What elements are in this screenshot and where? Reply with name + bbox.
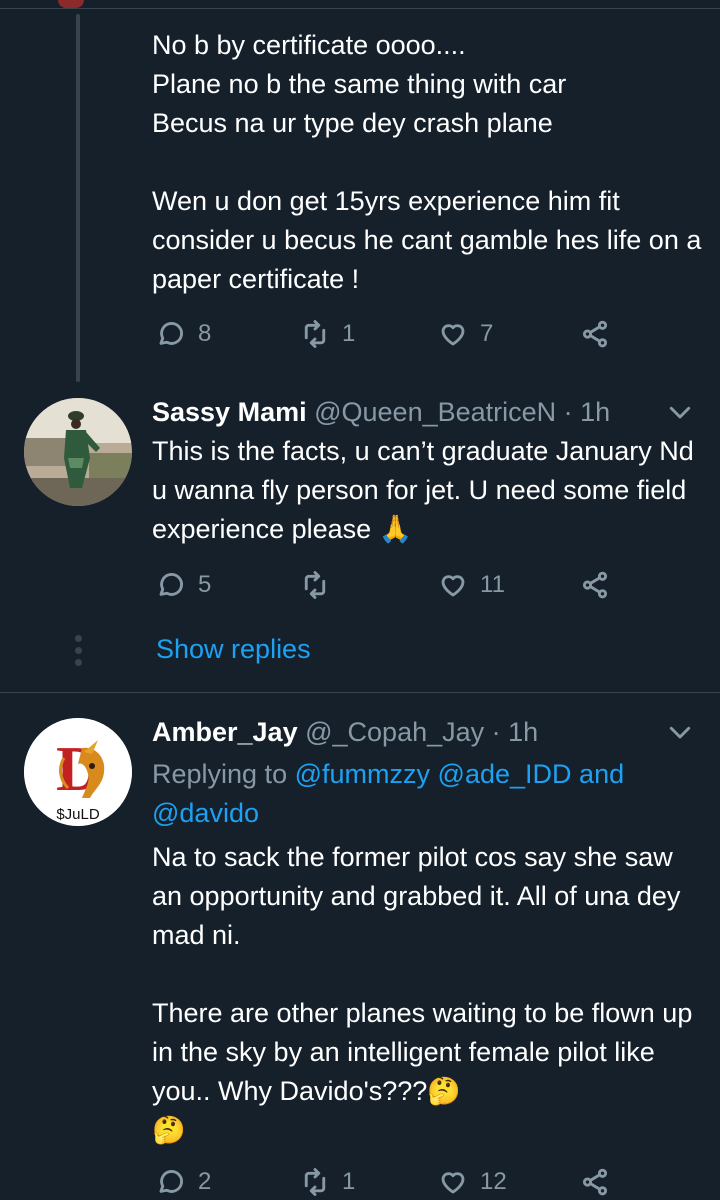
retweet-count: 1: [342, 320, 356, 347]
reply-button[interactable]: 5: [156, 567, 211, 603]
avatar[interactable]: D $JuLD: [24, 718, 132, 826]
reply-icon: [159, 572, 184, 596]
share-button[interactable]: [580, 567, 610, 603]
tweet-text: This is the facts, u can’t graduate Janu…: [152, 436, 694, 544]
display-name[interactable]: Sassy Mami: [152, 397, 307, 427]
divider: [0, 692, 720, 693]
heart-icon: [441, 1172, 465, 1194]
like-button[interactable]: 7: [438, 316, 493, 352]
share-icon: [582, 320, 608, 348]
share-icon: [582, 1168, 608, 1196]
tweet-header: Amber_Jay @_Copah_Jay · 1h: [152, 715, 538, 749]
sassy-mami-avatar-image: [24, 398, 132, 506]
prev-avatar-edge: [58, 0, 84, 8]
share-button[interactable]: [580, 1164, 610, 1200]
chevron-down-icon[interactable]: [665, 397, 695, 427]
reply-icon: [159, 321, 184, 345]
reply-button[interactable]: 8: [156, 316, 211, 352]
retweet-button[interactable]: [300, 567, 342, 603]
heart-icon: [441, 575, 465, 597]
tweet-actions: 5 11: [152, 567, 622, 603]
replying-to: Replying to @fummzzy @ade_IDD and @david…: [152, 755, 707, 833]
mention-link[interactable]: @fummzzy: [295, 759, 430, 789]
retweet-button[interactable]: 1: [300, 316, 355, 352]
amber-jay-avatar-image: D $JuLD: [24, 718, 132, 826]
like-button[interactable]: 11: [438, 567, 505, 603]
tweet-text: No b by certificate oooo.... Plane no b …: [152, 30, 702, 294]
chevron-down-icon[interactable]: [665, 717, 695, 747]
replying-to-label: Replying to: [152, 759, 288, 789]
top-divider: [0, 8, 720, 9]
thread-continuation-dots: [73, 635, 83, 671]
retweet-count: 1: [342, 1168, 356, 1195]
tweet-text: There are other planes waiting to be flo…: [152, 998, 693, 1145]
like-count: 11: [480, 571, 505, 598]
retweet-button[interactable]: 1: [300, 1164, 355, 1200]
tweet-text: Na to sack the former pilot cos say she …: [152, 842, 681, 950]
like-count: 7: [480, 320, 494, 347]
timestamp[interactable]: · 1h: [492, 717, 539, 747]
timestamp[interactable]: · 1h: [564, 397, 611, 427]
reply-count: 8: [198, 320, 212, 347]
tweet-actions: 2 1 12: [152, 1164, 622, 1200]
tweet-actions: 8 1 7: [152, 316, 622, 352]
retweet-icon: [304, 1168, 326, 1196]
username[interactable]: @Queen_BeatriceN: [314, 397, 556, 427]
thread-line: [76, 14, 80, 382]
show-replies-link[interactable]: Show replies: [156, 632, 311, 666]
username[interactable]: @_Copah_Jay: [305, 717, 484, 747]
like-button[interactable]: 12: [438, 1164, 507, 1200]
display-name[interactable]: Amber_Jay: [152, 717, 298, 747]
reply-count: 5: [198, 571, 212, 598]
tweet-header: Sassy Mami @Queen_BeatriceN · 1h: [152, 395, 610, 429]
mention-link[interactable]: @davido: [152, 798, 259, 828]
retweet-icon: [304, 571, 326, 599]
heart-icon: [441, 324, 465, 346]
retweet-icon: [304, 320, 326, 348]
share-icon: [582, 571, 608, 599]
avatar-text: $JuLD: [56, 806, 100, 823]
mention-link[interactable]: @ade_IDD: [438, 759, 572, 789]
like-count: 12: [480, 1168, 507, 1195]
reply-icon: [159, 1169, 184, 1193]
mention-conjunction: and: [579, 759, 625, 789]
share-button[interactable]: [580, 316, 610, 352]
reply-count: 2: [198, 1168, 212, 1195]
avatar[interactable]: [24, 398, 132, 506]
reply-button[interactable]: 2: [156, 1164, 211, 1200]
